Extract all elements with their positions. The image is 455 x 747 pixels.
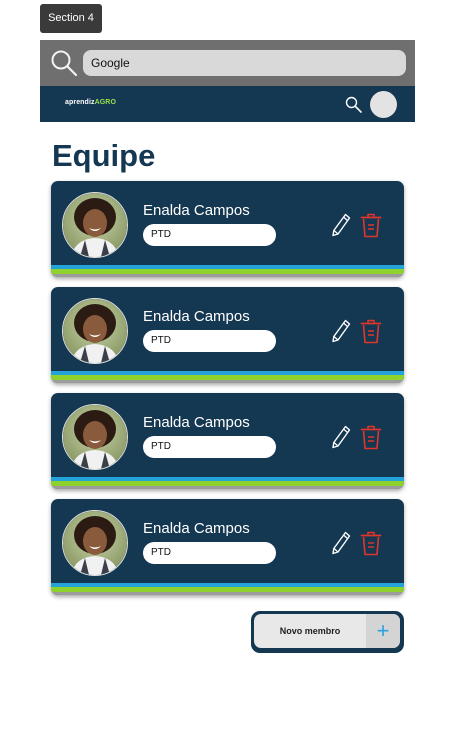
member-card[interactable]: Enalda Campos PTD xyxy=(51,393,404,489)
trash-icon[interactable] xyxy=(360,531,382,556)
member-role-badge: PTD xyxy=(143,542,276,564)
member-name: Enalda Campos xyxy=(143,414,250,431)
member-name: Enalda Campos xyxy=(143,308,250,325)
trash-icon[interactable] xyxy=(360,319,382,344)
card-stripe-gray xyxy=(51,592,404,595)
card-stripe-gray xyxy=(51,486,404,489)
pencil-icon[interactable] xyxy=(331,531,351,555)
member-role-badge: PTD xyxy=(143,330,276,352)
search-icon[interactable] xyxy=(345,96,362,113)
card-stripe-gray xyxy=(51,380,404,383)
logo-accent-text: AGRO xyxy=(94,99,116,106)
new-member-button[interactable]: Novo membro + xyxy=(251,611,404,653)
member-name: Enalda Campos xyxy=(143,520,250,537)
member-card[interactable]: Enalda Campos PTD xyxy=(51,181,404,277)
card-stripe-gray xyxy=(51,274,404,277)
logo-text: aprendiz xyxy=(65,99,95,106)
member-role-badge: PTD xyxy=(143,224,276,246)
trash-icon[interactable] xyxy=(360,213,382,238)
member-role-badge: PTD xyxy=(143,436,276,458)
pencil-icon[interactable] xyxy=(331,319,351,343)
pencil-icon[interactable] xyxy=(331,213,351,237)
app-logo[interactable]: aprendizAGRO xyxy=(65,99,116,106)
trash-icon[interactable] xyxy=(360,425,382,450)
pencil-icon[interactable] xyxy=(331,425,351,449)
member-card[interactable]: Enalda Campos PTD xyxy=(51,287,404,383)
plus-icon[interactable]: + xyxy=(366,614,400,648)
search-icon[interactable] xyxy=(50,49,78,77)
member-avatar xyxy=(62,192,128,258)
member-avatar xyxy=(62,298,128,364)
new-member-button-body[interactable]: Novo membro + xyxy=(254,614,400,648)
member-avatar xyxy=(62,404,128,470)
page-title: Equipe xyxy=(52,138,156,173)
new-member-label: Novo membro xyxy=(279,626,341,636)
browser-search-bar: Google xyxy=(40,40,415,86)
member-name: Enalda Campos xyxy=(143,202,250,219)
member-avatar xyxy=(62,510,128,576)
profile-avatar[interactable] xyxy=(370,91,397,118)
section-label: Section 4 xyxy=(40,4,102,33)
app-header: aprendizAGRO xyxy=(40,86,415,122)
search-input[interactable]: Google xyxy=(83,50,406,76)
member-card[interactable]: Enalda Campos PTD xyxy=(51,499,404,595)
